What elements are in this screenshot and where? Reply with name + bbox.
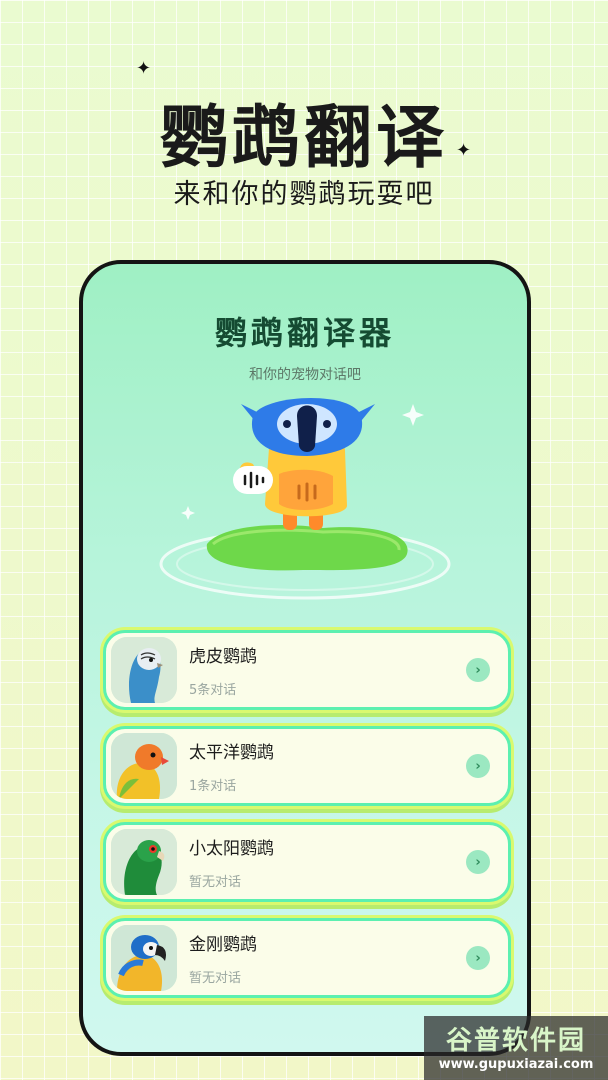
budgerigar-thumbnail: [111, 637, 177, 703]
conversation-count: 暂无对话: [189, 875, 242, 890]
hero-title: 鹦鹉翻译: [159, 99, 448, 178]
mascot-stage[interactable]: [83, 394, 527, 614]
chevron-right-icon[interactable]: ›: [466, 946, 490, 970]
parrot-card-pacific[interactable]: 太平洋鹦鹉 1条对话 ›: [103, 726, 511, 806]
watermark-url: www.gupuxiazai.com: [438, 1057, 594, 1072]
parrot-name: 金刚鹦鹉: [189, 935, 257, 955]
conversation-count: 暂无对话: [189, 971, 242, 986]
hero-subtitle: 来和你的鹦鹉玩耍吧: [173, 179, 435, 210]
watermark-title: 谷普软件园: [445, 1026, 586, 1056]
macaw-thumbnail: [111, 925, 177, 991]
sparkle-icon: ✦: [136, 58, 152, 79]
sun-conure-thumbnail: [111, 829, 177, 895]
app-title: 鹦鹉翻译器: [214, 314, 395, 352]
site-watermark: 谷普软件园 www.gupuxiazai.com: [424, 1016, 608, 1080]
parrot-card-sun-conure[interactable]: 小太阳鹦鹉 暂无对话 ›: [103, 822, 511, 902]
pacific-parrotlet-thumbnail: [111, 733, 177, 799]
chevron-right-icon[interactable]: ›: [466, 658, 490, 682]
phone-frame: 鹦鹉翻译器 和你的宠物对话吧 虎皮鹦鹉 5条对话 › 太平洋鹦鹉 1条对话 › …: [79, 260, 531, 1056]
parrot-card-budgerigar[interactable]: 虎皮鹦鹉 5条对话 ›: [103, 630, 511, 710]
parrot-name: 虎皮鹦鹉: [189, 647, 257, 667]
conversation-count: 5条对话: [189, 683, 237, 698]
app-subtitle: 和你的宠物对话吧: [249, 367, 361, 383]
voice-wave-icon: [233, 466, 273, 494]
conversation-count: 1条对话: [189, 779, 237, 794]
parrot-name: 太平洋鹦鹉: [189, 743, 274, 763]
chevron-right-icon[interactable]: ›: [466, 754, 490, 778]
chevron-right-icon[interactable]: ›: [466, 850, 490, 874]
parrot-name: 小太阳鹦鹉: [189, 839, 274, 859]
parrot-card-macaw[interactable]: 金刚鹦鹉 暂无对话 ›: [103, 918, 511, 998]
parrot-mascot-icon: [239, 397, 375, 530]
